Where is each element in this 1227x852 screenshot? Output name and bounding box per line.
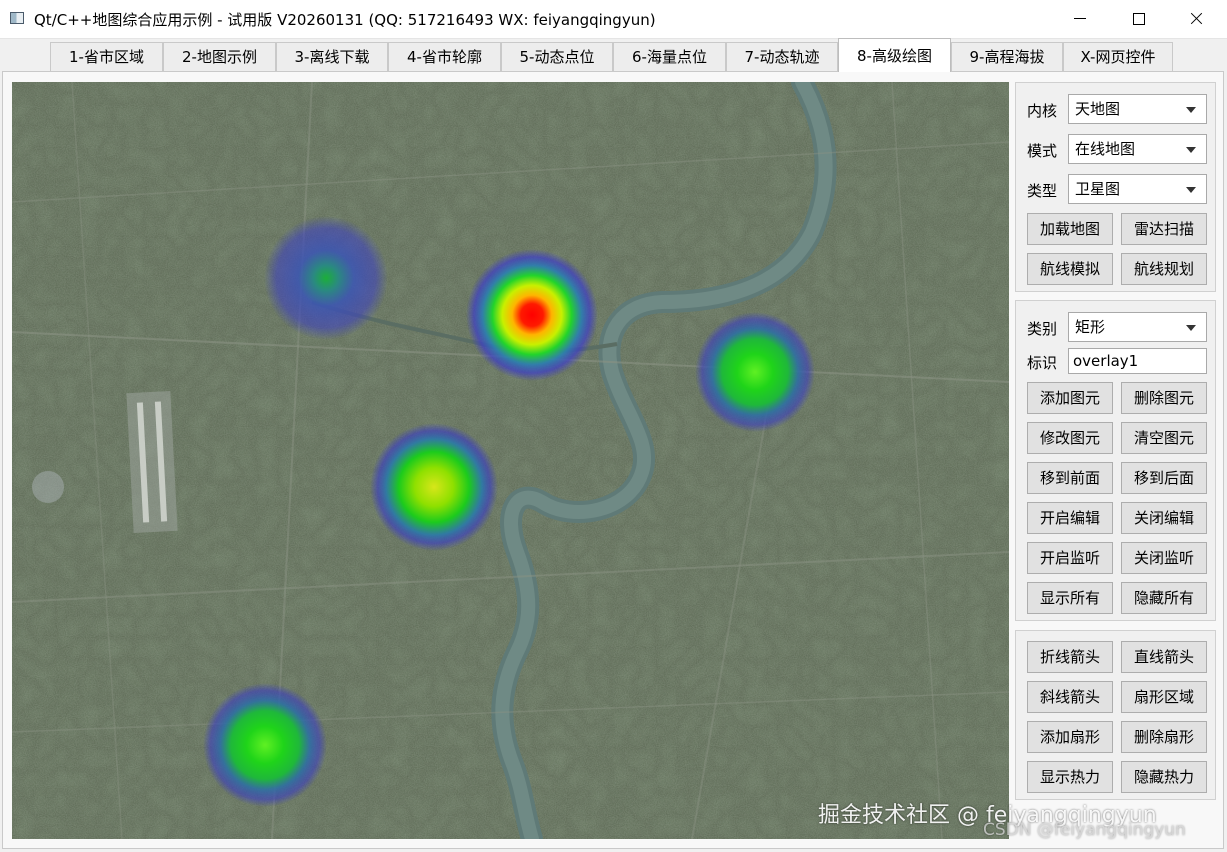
hide-all-button[interactable]: 隐藏所有	[1121, 582, 1207, 614]
close-icon[interactable]	[1167, 0, 1225, 38]
tab-map-example[interactable]: 2-地图示例	[163, 42, 276, 71]
heat-point	[370, 423, 498, 551]
overlay-group: 类别 矩形 标识 overlay1 添加图元 删除图元 修改图元 清空图元 移到…	[1015, 300, 1216, 621]
core-value: 天地图	[1075, 100, 1121, 118]
route-plan-button[interactable]: 航线规划	[1121, 253, 1207, 285]
map-settings-group: 内核 天地图 模式 在线地图 类型 卫星图 加载地图 雷达扫描 航线模拟 航线规…	[1015, 82, 1216, 292]
bring-front-button[interactable]: 移到前面	[1027, 462, 1113, 494]
polyline-arrow-button[interactable]: 折线箭头	[1027, 641, 1113, 673]
sector-area-button[interactable]: 扇形区域	[1121, 681, 1207, 713]
tab-city-outline[interactable]: 4-省市轮廓	[388, 42, 501, 71]
disable-edit-button[interactable]: 关闭编辑	[1121, 502, 1207, 534]
load-map-button[interactable]: 加载地图	[1027, 213, 1113, 245]
tab-dynamic-points[interactable]: 5-动态点位	[501, 42, 613, 71]
disable-listen-button[interactable]: 关闭监听	[1121, 542, 1207, 574]
tab-mass-points[interactable]: 6-海量点位	[613, 42, 726, 71]
csdn-watermark: CSDN @feiyangqingyun	[983, 820, 1186, 840]
show-heatmap-button[interactable]: 显示热力	[1027, 761, 1113, 793]
clear-overlay-button[interactable]: 清空图元	[1121, 422, 1207, 454]
title-bar: Qt/C++地图综合应用示例 - 试用版 V20260131 (QQ: 5172…	[0, 0, 1227, 39]
core-combo[interactable]: 天地图	[1068, 94, 1207, 124]
enable-edit-button[interactable]: 开启编辑	[1027, 502, 1113, 534]
tab-bar: 1-省市区域 2-地图示例 3-离线下载 4-省市轮廓 5-动态点位 6-海量点…	[0, 38, 1227, 72]
drawing-tools-group: 折线箭头 直线箭头 斜线箭头 扇形区域 添加扇形 删除扇形 显示热力 隐藏热力	[1015, 630, 1216, 800]
show-all-button[interactable]: 显示所有	[1027, 582, 1113, 614]
chevron-down-icon	[1186, 325, 1196, 331]
mode-combo[interactable]: 在线地图	[1068, 134, 1207, 164]
category-value: 矩形	[1075, 318, 1106, 336]
tab-offline-download[interactable]: 3-离线下载	[276, 42, 388, 71]
radar-scan-button[interactable]: 雷达扫描	[1121, 213, 1207, 245]
heat-point	[695, 312, 815, 432]
id-label: 标识	[1027, 354, 1058, 372]
type-combo[interactable]: 卫星图	[1068, 174, 1207, 204]
window-title: Qt/C++地图综合应用示例 - 试用版 V20260131 (QQ: 5172…	[34, 11, 656, 29]
category-combo[interactable]: 矩形	[1068, 312, 1207, 342]
send-back-button[interactable]: 移到后面	[1121, 462, 1207, 494]
type-value: 卫星图	[1075, 180, 1121, 198]
oblique-arrow-button[interactable]: 斜线箭头	[1027, 681, 1113, 713]
heat-point	[203, 683, 327, 807]
map-view[interactable]	[12, 82, 1009, 839]
tab-advanced-drawing[interactable]: 8-高级绘图	[838, 38, 951, 72]
straight-arrow-button[interactable]: 直线箭头	[1121, 641, 1207, 673]
category-label: 类别	[1027, 320, 1058, 338]
heat-point	[264, 216, 388, 340]
overlay-id-input[interactable]: overlay1	[1068, 348, 1207, 374]
app-icon	[10, 12, 24, 24]
maximize-icon[interactable]	[1109, 0, 1167, 38]
mode-value: 在线地图	[1075, 140, 1136, 158]
chevron-down-icon	[1186, 187, 1196, 193]
chevron-down-icon	[1186, 147, 1196, 153]
type-label: 类型	[1027, 182, 1058, 200]
mode-label: 模式	[1027, 142, 1058, 160]
modify-overlay-button[interactable]: 修改图元	[1027, 422, 1113, 454]
delete-sector-button[interactable]: 删除扇形	[1121, 721, 1207, 753]
route-simulate-button[interactable]: 航线模拟	[1027, 253, 1113, 285]
heat-point	[466, 249, 598, 381]
enable-listen-button[interactable]: 开启监听	[1027, 542, 1113, 574]
satellite-map	[12, 82, 1009, 839]
hide-heatmap-button[interactable]: 隐藏热力	[1121, 761, 1207, 793]
add-overlay-button[interactable]: 添加图元	[1027, 382, 1113, 414]
tab-dynamic-track[interactable]: 7-动态轨迹	[726, 42, 838, 71]
delete-overlay-button[interactable]: 删除图元	[1121, 382, 1207, 414]
chevron-down-icon	[1186, 107, 1196, 113]
minimize-icon[interactable]	[1051, 0, 1109, 38]
tab-elevation[interactable]: 9-高程海拔	[951, 42, 1063, 71]
tab-web-control[interactable]: X-网页控件	[1063, 42, 1173, 71]
core-label: 内核	[1027, 102, 1058, 120]
add-sector-button[interactable]: 添加扇形	[1027, 721, 1113, 753]
tab-province-region[interactable]: 1-省市区域	[50, 42, 163, 71]
